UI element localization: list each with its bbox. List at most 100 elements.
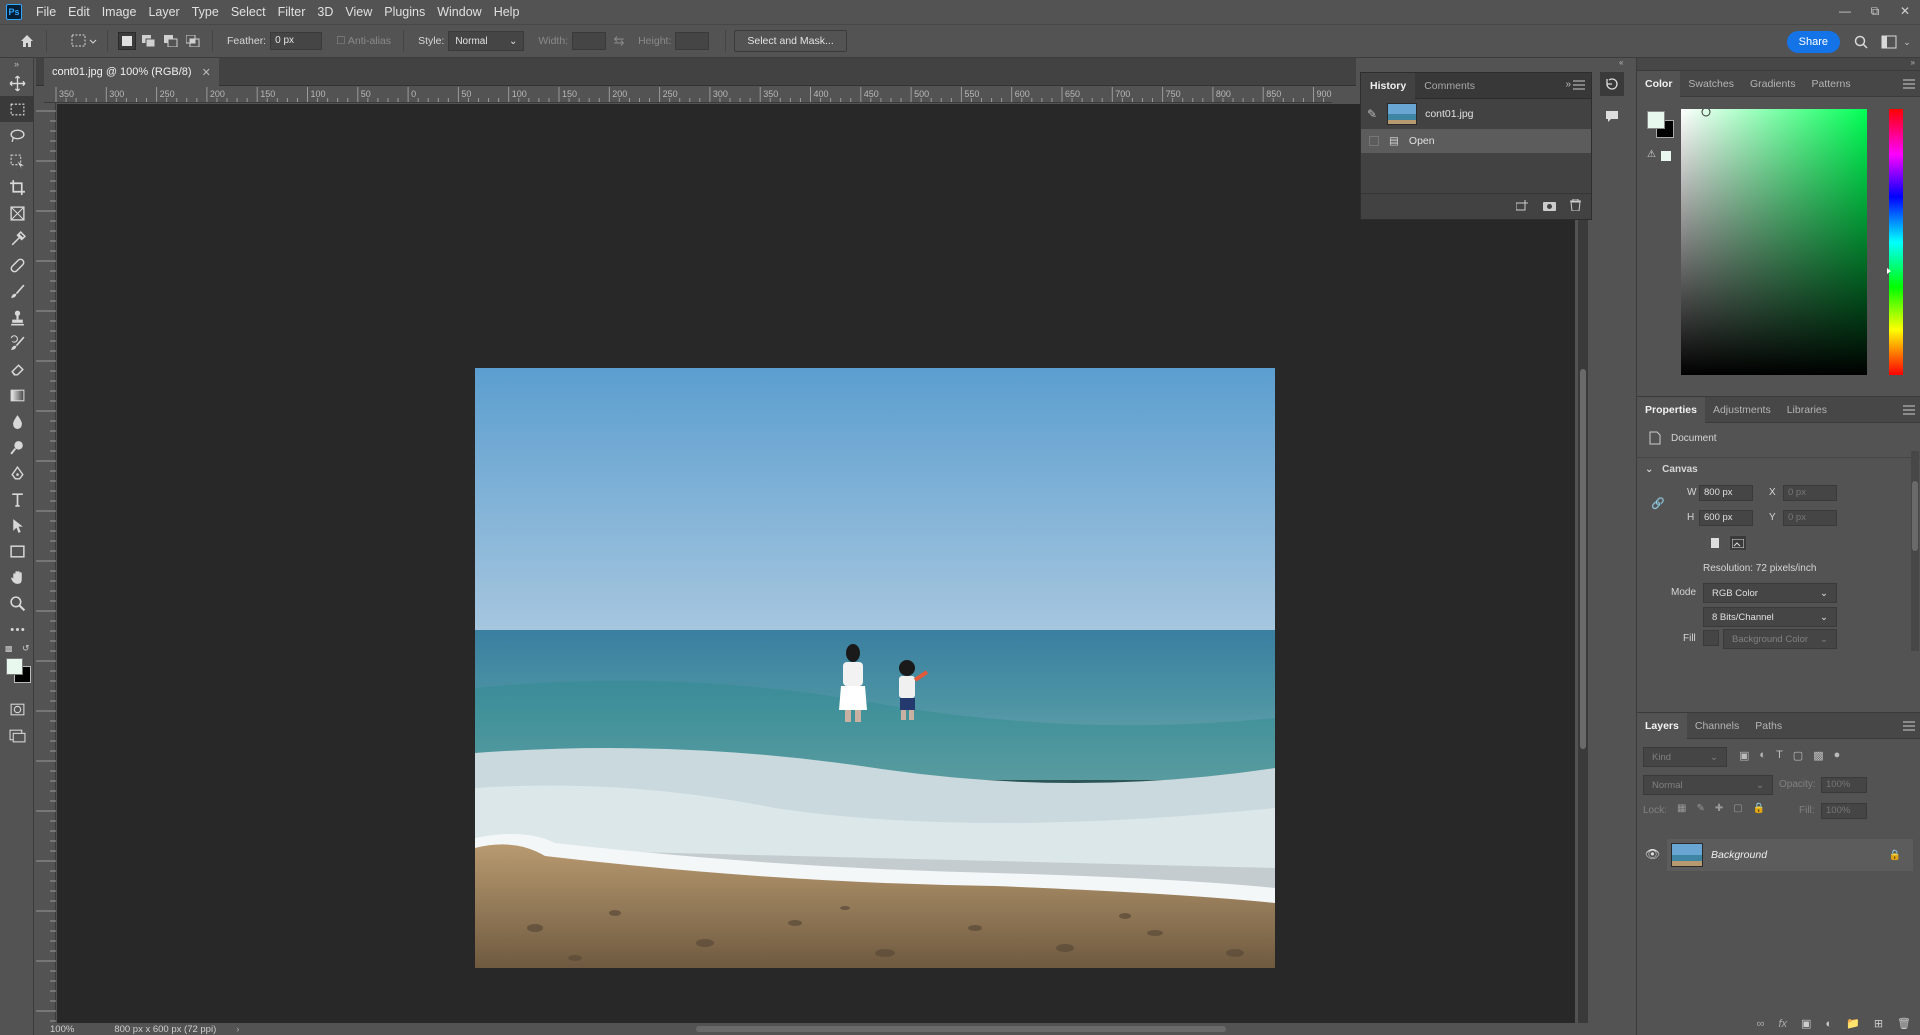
workspace-icon[interactable] [1880,33,1898,51]
trash-icon[interactable]: 🗑 [1897,1017,1911,1030]
canvas-x-input[interactable]: 0 px [1783,485,1837,501]
tab-channels[interactable]: Channels [1687,713,1747,739]
eraser-tool-icon[interactable] [0,356,34,382]
search-icon[interactable] [1852,33,1870,51]
tab-adjustments[interactable]: Adjustments [1705,397,1779,423]
select-and-mask-button[interactable]: Select and Mask... [734,30,847,52]
adjustment-layer-icon[interactable]: ◐ [1825,1018,1832,1030]
horizontal-scroll-thumb[interactable] [696,1026,1226,1032]
menu-image[interactable]: Image [96,0,143,24]
web-safe-swatch[interactable] [1661,151,1671,161]
share-button[interactable]: Share [1786,31,1840,53]
menu-plugins[interactable]: Plugins [378,0,431,24]
new-layer-icon[interactable]: ⊞ [1874,1017,1883,1030]
history-source-checkbox[interactable] [1369,136,1379,146]
home-icon[interactable] [16,30,38,52]
history-snapshot[interactable]: ✎ cont01.jpg [1361,99,1591,129]
canvas-width-input[interactable]: 800 px [1699,485,1753,501]
horizontal-ruler[interactable]: 350 300 250 200 150 100 50 0 50 100 150 200 250 300 35… [44,87,1332,103]
brush-tool-icon[interactable] [0,278,34,304]
history-step[interactable]: ▤ Open [1361,129,1591,153]
chevron-down-icon[interactable]: ⌄ [1898,33,1916,51]
canvas-section-header[interactable]: ⌄ Canvas [1637,457,1920,475]
menu-layer[interactable]: Layer [142,0,185,24]
vertical-scrollbar[interactable] [1578,104,1588,1023]
healing-brush-tool-icon[interactable] [0,252,34,278]
pen-tool-icon[interactable] [0,460,34,486]
eye-icon[interactable]: 👁 [1645,847,1660,861]
status-menu-icon[interactable]: › [236,1024,239,1035]
lock-transparent-icon[interactable]: ▦ [1677,803,1686,814]
adjustment-layer-filter-icon[interactable]: ◐ [1759,749,1766,762]
history-brush-tool-icon[interactable] [0,330,34,356]
bit-depth-select[interactable]: 8 Bits/Channel ⌄ [1703,607,1837,627]
document-info[interactable]: 800 px x 600 px (72 ppi) [114,1024,216,1035]
width-input[interactable] [572,32,607,50]
dodge-tool-icon[interactable] [0,434,34,460]
lock-all-icon[interactable]: 🔒 [1753,803,1765,814]
opacity-input[interactable]: 100% [1821,777,1867,793]
collapse-dock-icon[interactable]: «» [1619,58,1920,70]
document-image[interactable] [475,368,1275,968]
gradient-tool-icon[interactable] [0,382,34,408]
rectangle-tool-icon[interactable] [0,538,34,564]
move-tool-icon[interactable] [0,70,34,96]
layer-kind-filter[interactable]: Kind ⌄ [1643,747,1727,767]
object-selection-tool-icon[interactable] [0,148,34,174]
restore-icon[interactable]: ⧉ [1860,0,1890,22]
screen-mode-icon[interactable] [0,722,34,748]
tab-comments[interactable]: Comments [1415,73,1484,99]
panel-menu-icon[interactable] [1903,79,1915,89]
zoom-level[interactable]: 100% [50,1024,74,1035]
lock-artboard-icon[interactable]: ▢ [1733,803,1742,814]
menu-file[interactable]: File [30,0,62,24]
menu-3d[interactable]: 3D [311,0,339,24]
foreground-color-swatch[interactable] [6,658,23,675]
new-document-from-state-icon[interactable] [1515,199,1529,214]
menu-filter[interactable]: Filter [272,0,312,24]
eyedropper-tool-icon[interactable] [0,226,34,252]
feather-input[interactable]: 0 px [270,32,323,50]
menu-type[interactable]: Type [186,0,225,24]
blend-mode-select[interactable]: Normal ⌄ [1643,775,1773,795]
canvas-y-input[interactable]: 0 px [1783,510,1837,526]
menu-select[interactable]: Select [225,0,272,24]
fill-select[interactable]: Background Color ⌄ [1723,629,1837,649]
shape-layer-filter-icon[interactable]: ▢ [1793,749,1803,762]
fill-input[interactable]: 100% [1821,803,1867,819]
layer-background[interactable]: Background 🔒 [1667,839,1913,871]
collapse-toolbar-icon[interactable]: » [0,58,33,70]
subtract-from-selection-icon[interactable] [162,32,180,50]
lock-position-icon[interactable]: ✚ [1715,803,1723,814]
color-picker-field[interactable] [1681,107,1867,375]
close-icon[interactable]: ✕ [202,66,211,79]
comments-panel-icon[interactable] [1600,104,1624,128]
minimize-icon[interactable]: — [1830,0,1860,22]
document-tab[interactable]: cont01.jpg @ 100% (RGB/8) ✕ [44,58,219,86]
tab-patterns[interactable]: Patterns [1803,71,1858,97]
trash-icon[interactable] [1570,198,1581,214]
tab-layers[interactable]: Layers [1637,712,1687,739]
new-group-icon[interactable]: 📁 [1846,1017,1860,1030]
camera-icon[interactable] [1543,200,1556,214]
style-select[interactable]: Normal ⌄ [448,31,525,51]
crop-tool-icon[interactable] [0,174,34,200]
fill-color-swatch[interactable] [1703,630,1719,646]
tab-color[interactable]: Color [1637,70,1681,97]
zoom-tool-icon[interactable] [0,590,34,616]
layer-style-icon[interactable]: fx [1778,1018,1787,1030]
type-layer-filter-icon[interactable]: T [1776,749,1783,762]
default-colors-icon[interactable]: ▩ [5,644,13,653]
history-panel-icon[interactable] [1600,72,1624,96]
add-mask-icon[interactable]: ▣ [1801,1017,1811,1030]
landscape-orientation-icon[interactable] [1729,535,1747,551]
tab-swatches[interactable]: Swatches [1680,71,1742,97]
panel-menu-icon[interactable] [1903,721,1915,731]
lasso-tool-icon[interactable] [0,122,34,148]
tab-history[interactable]: History [1361,72,1416,99]
marquee-tool-preset-icon[interactable] [69,30,99,52]
rectangular-marquee-tool-icon[interactable] [0,96,34,122]
canvas-area[interactable] [57,104,1575,1023]
tab-paths[interactable]: Paths [1747,713,1790,739]
swap-dimensions-icon[interactable]: ⇆ [606,33,632,49]
